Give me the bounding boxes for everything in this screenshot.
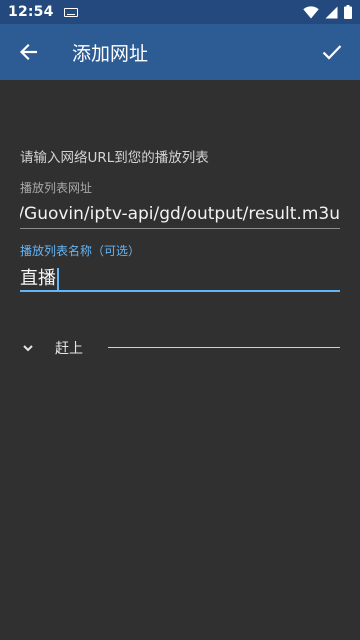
- keyboard-icon: [63, 7, 78, 17]
- url-field-underline: [20, 228, 340, 229]
- status-bar: 12:54: [0, 0, 360, 24]
- app-bar: 添加网址: [0, 24, 360, 80]
- catchup-section-label: 赶上: [55, 341, 83, 357]
- catchup-section-toggle[interactable]: 赶上: [0, 336, 360, 360]
- form-prompt: 请输入网络URL到您的播放列表: [20, 150, 209, 166]
- page-title: 添加网址: [72, 42, 149, 65]
- url-field-label: 播放列表网址: [20, 181, 93, 195]
- section-divider: [108, 347, 340, 348]
- url-input-value: m/Guovin/iptv-api/gd/output/result.m3u: [20, 204, 340, 224]
- url-input[interactable]: m/Guovin/iptv-api/gd/output/result.m3u: [20, 204, 340, 224]
- name-input[interactable]: 直播: [20, 264, 59, 290]
- chevron-down-icon: [20, 340, 36, 356]
- signal-icon: [325, 6, 338, 18]
- name-field-label: 播放列表名称（可选）: [20, 244, 141, 258]
- wifi-icon: [303, 5, 319, 18]
- text-cursor: [57, 268, 59, 290]
- name-input-value: 直播: [20, 268, 56, 289]
- status-icons: [303, 5, 352, 19]
- arrow-back-icon: [19, 43, 37, 61]
- name-field-underline: [20, 290, 340, 292]
- check-icon: [322, 45, 342, 60]
- back-button[interactable]: [0, 24, 56, 80]
- status-time: 12:54: [8, 4, 54, 20]
- confirm-button[interactable]: [304, 24, 360, 80]
- battery-icon: [344, 5, 352, 19]
